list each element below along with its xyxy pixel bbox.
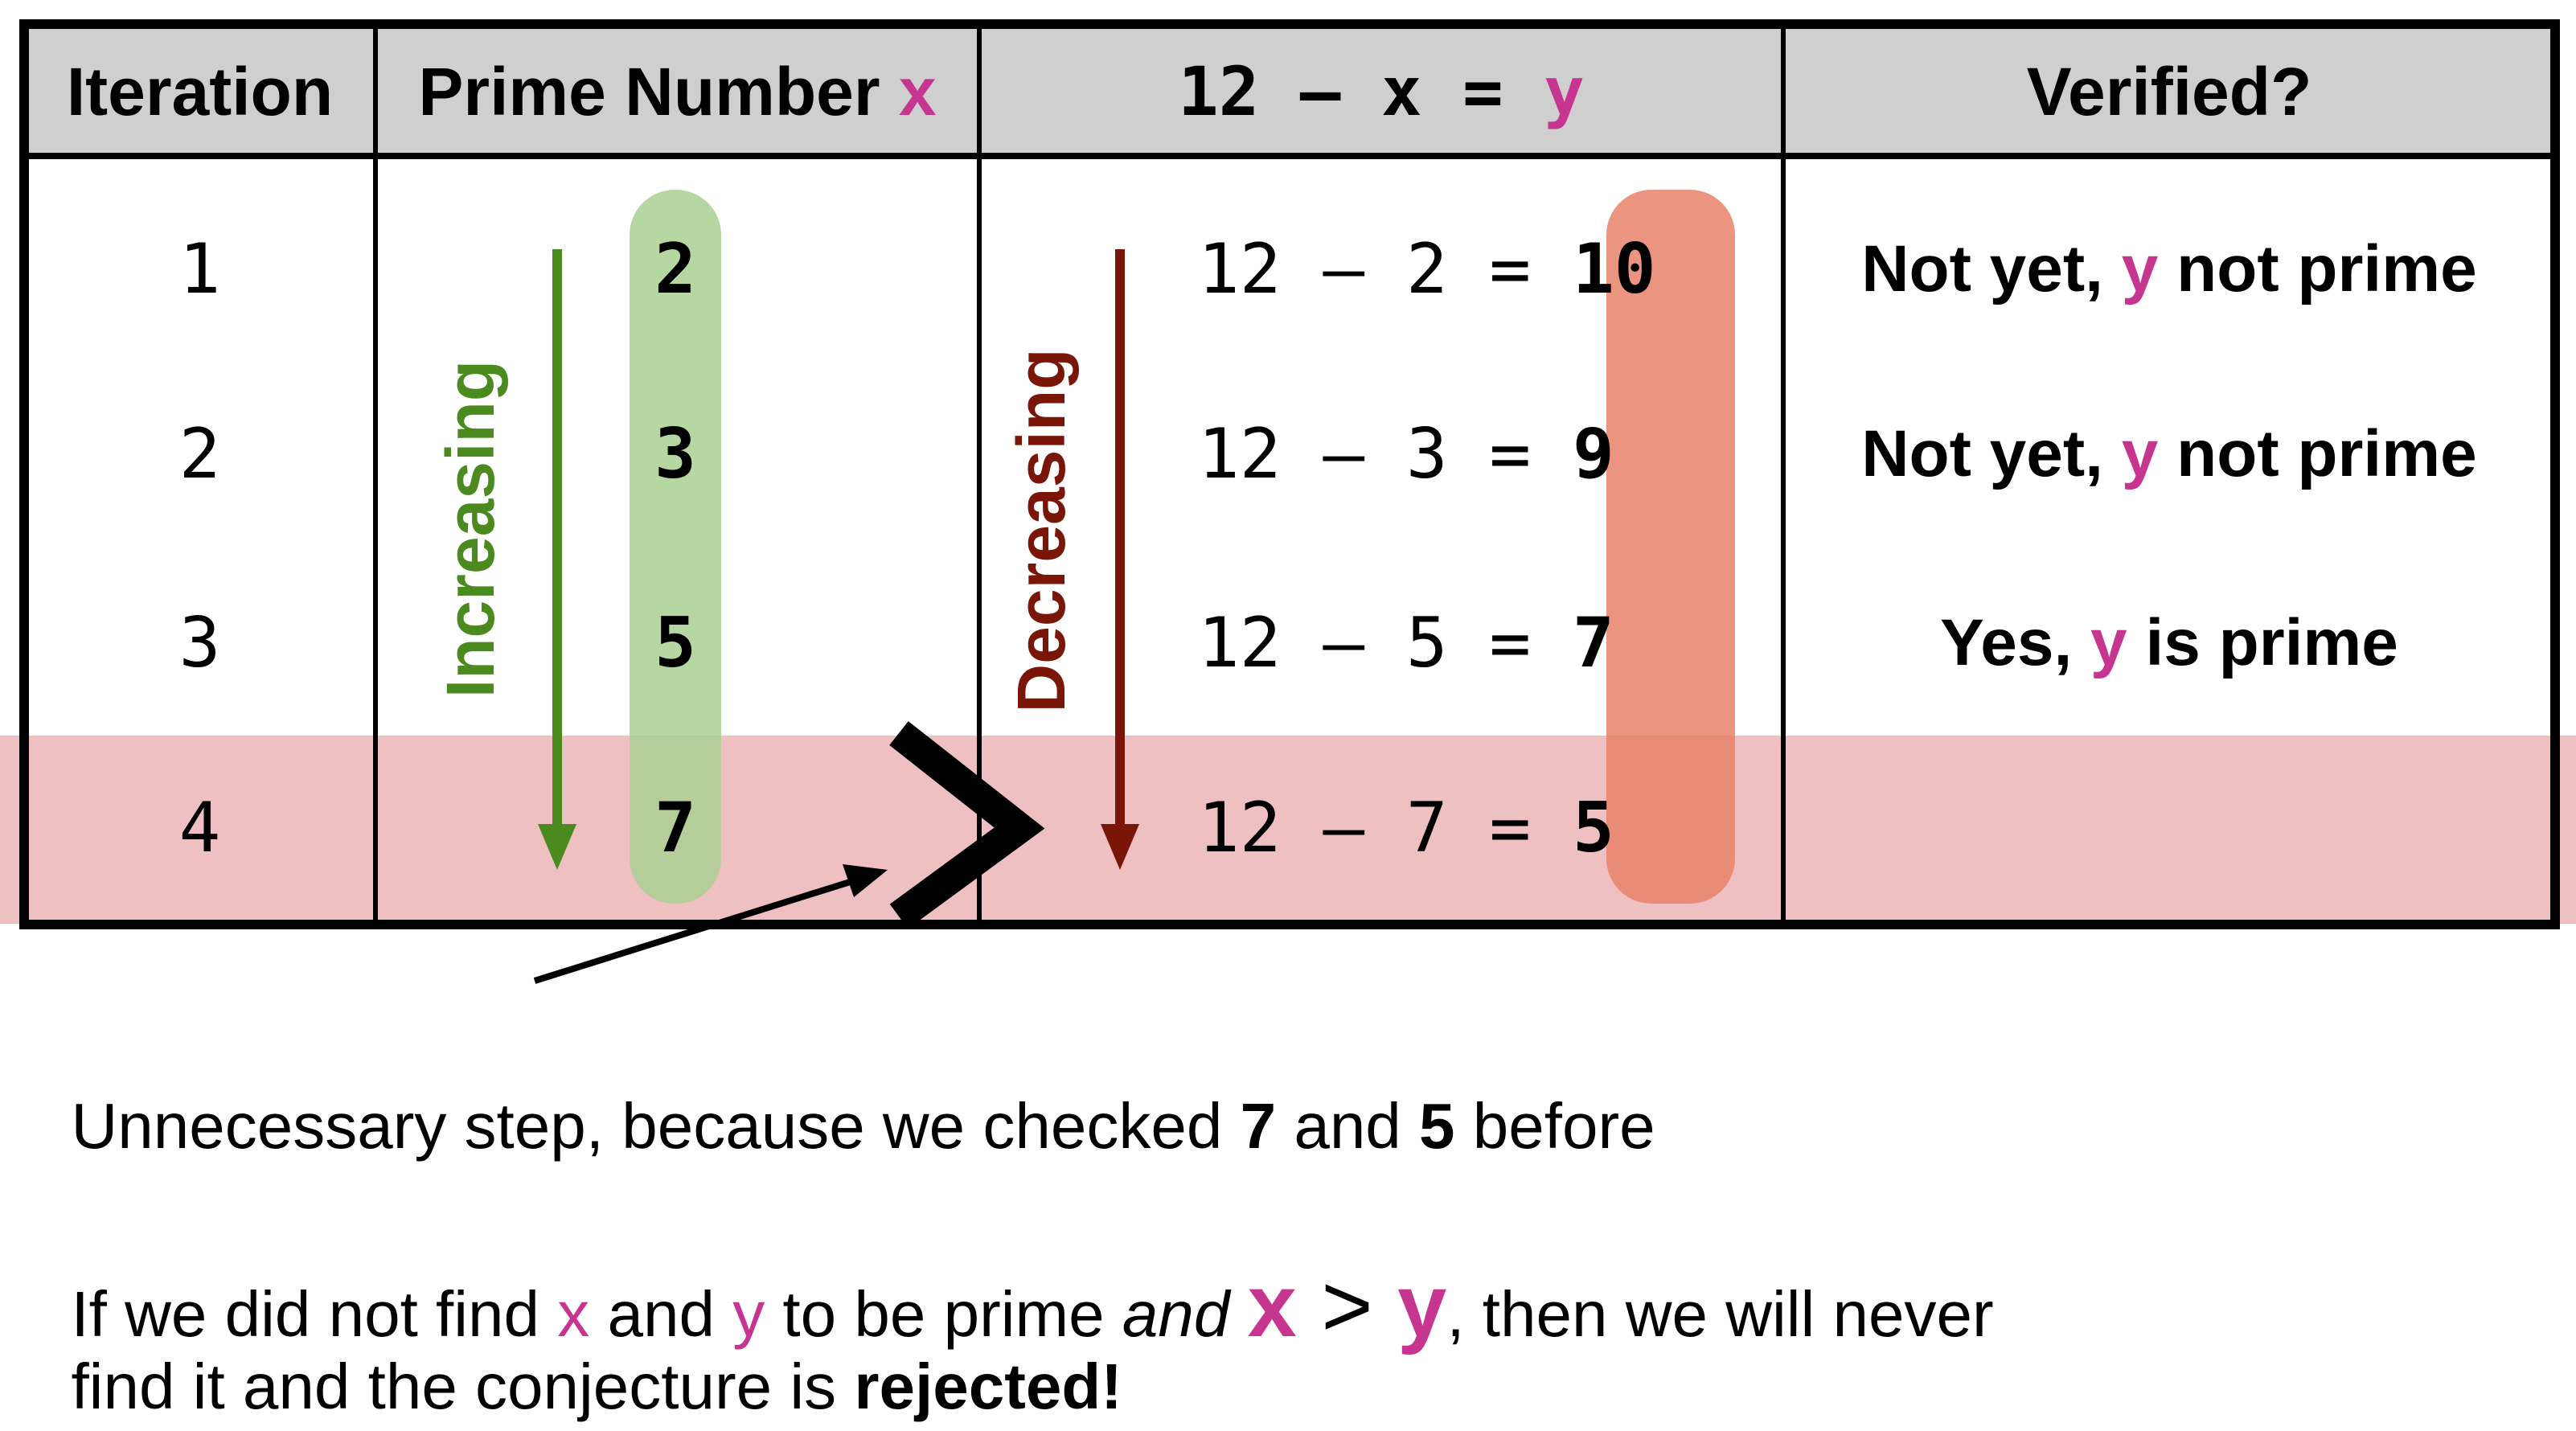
row-1-y-value: 10 (1573, 229, 1656, 310)
row-1-iteration: 1 (178, 229, 221, 310)
row-4-verified (1783, 784, 2555, 872)
row-2-verified: Not yet, y not prime (1861, 417, 2477, 490)
header-verified: Verified? (2026, 53, 2312, 129)
row-2-iteration: 2 (178, 414, 221, 494)
row-3-iteration: 3 (178, 603, 221, 683)
row-3-equation: 12 – 5 = 7 (1198, 603, 1614, 683)
increasing-arrow (538, 249, 576, 870)
row-2-x-value: 3 (654, 414, 696, 494)
row-4-y-value: 5 (1573, 788, 1614, 868)
row-4-equation: 12 – 7 = 5 (1198, 788, 1614, 868)
row-2-equation: 12 – 3 = 9 (1198, 414, 1614, 494)
row-3-y-value: 7 (1573, 603, 1614, 683)
row-1-verified: Not yet, y not prime (1861, 232, 2477, 305)
header-prime-number: Prime Number x (418, 53, 937, 129)
row-1-equation: 12 – 2 = 10 (1198, 229, 1656, 310)
note-conclusion-line-2: find it and the conjecture is rejected! (71, 1351, 1122, 1422)
header-iteration: Iteration (66, 53, 334, 129)
row-1-x-value: 2 (654, 229, 696, 310)
row-3-x-value: 5 (654, 603, 696, 683)
decreasing-label: Decreasing (1003, 348, 1079, 713)
row-4-iteration: 4 (178, 788, 221, 868)
decreasing-arrow (1101, 249, 1139, 870)
greater-than-symbol (889, 721, 1045, 929)
row-2-y-value: 9 (1573, 414, 1614, 494)
row-3-verified: Yes, y is prime (1940, 606, 2398, 679)
header-equation: 12 – x = y (1178, 52, 1585, 131)
increasing-label: Increasing (432, 359, 508, 699)
note-conclusion-line-1: If we did not find x and y to be prime a… (71, 1257, 1994, 1355)
note-unnecessary-step: Unnecessary step, because we checked 7 a… (71, 1090, 1655, 1162)
row-4-x-value: 7 (654, 788, 696, 868)
